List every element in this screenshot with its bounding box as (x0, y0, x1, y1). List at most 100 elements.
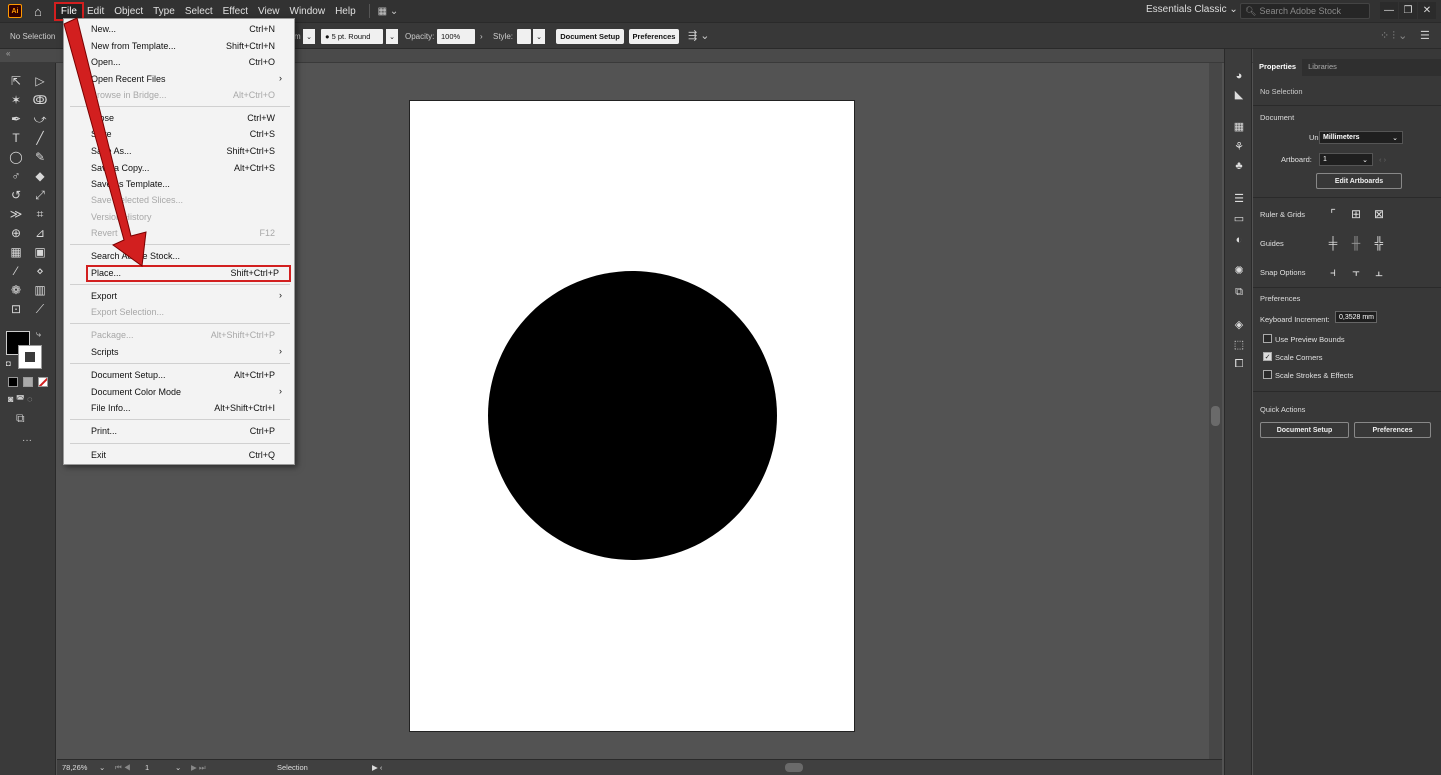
gradient-panel-icon[interactable]: ▭ (1231, 211, 1247, 225)
draw-mode-icon[interactable]: ◙ ◚ ◌ (8, 394, 33, 405)
menu-edit[interactable]: Edit (82, 4, 109, 19)
menu-type[interactable]: Type (148, 4, 180, 19)
panel-menu-icon[interactable]: ☰ (1420, 29, 1430, 42)
artboard-dropdown-icon[interactable]: ⌄ (175, 763, 181, 772)
quick-document-setup-button[interactable]: Document Setup (1260, 422, 1349, 438)
home-icon[interactable]: ⌂ (34, 4, 42, 19)
eyedropper-tool-icon[interactable]: ⁄ (6, 263, 26, 279)
lasso-tool-icon[interactable]: ↂ (30, 92, 50, 108)
opacity-field[interactable]: 100% (437, 29, 475, 44)
menu-item-save[interactable]: Save Ctrl+S (64, 126, 294, 143)
ellipse-tool-icon[interactable]: ◯ (6, 149, 26, 165)
stroke-weight-dropdown[interactable]: ⌄ (303, 29, 315, 44)
grid-icon[interactable]: ⊞ (1348, 207, 1364, 221)
none-mode-icon[interactable] (38, 377, 48, 387)
menu-item-scripts[interactable]: Scripts › (64, 344, 294, 361)
curvature-tool-icon[interactable]: ⤻ (30, 111, 50, 127)
horizontal-scroll-thumb[interactable] (785, 763, 803, 772)
line-tool-icon[interactable]: ╱ (30, 130, 50, 146)
circle-shape[interactable] (488, 271, 777, 560)
color-mode-icon[interactable] (8, 377, 18, 387)
vertical-scroll-thumb[interactable] (1211, 406, 1220, 426)
pen-tool-icon[interactable]: ✒ (6, 111, 26, 127)
width-tool-icon[interactable]: ≫ (6, 206, 26, 222)
artboard-number[interactable]: 1 (145, 763, 149, 772)
workspace-switcher[interactable]: Essentials Classic ⌄ (1146, 4, 1238, 15)
smart-guides-icon[interactable]: ╬ (1371, 236, 1387, 250)
menu-file[interactable]: File (53, 1, 84, 21)
mesh-tool-icon[interactable]: ▦ (6, 244, 26, 260)
artboard-select[interactable]: 1 ⌄ (1319, 153, 1373, 166)
ruler-icon[interactable]: ⌜ (1325, 207, 1341, 221)
search-stock-input[interactable]: 🔍︎ Search Adobe Stock (1240, 3, 1370, 19)
brush-dropdown[interactable]: ⌄ (386, 29, 398, 44)
close-icon[interactable]: ✕ (1418, 2, 1436, 19)
selection-tool-icon[interactable]: ⇱ (6, 73, 26, 89)
menu-item-close[interactable]: Close Ctrl+W (64, 110, 294, 127)
menu-effect[interactable]: Effect (218, 4, 253, 19)
use-preview-bounds-checkbox[interactable] (1263, 334, 1272, 343)
snap-to-point-icon[interactable]: ⫞ (1325, 265, 1341, 279)
lock-guides-icon[interactable]: ╫ (1348, 236, 1364, 250)
color-panel-icon[interactable]: ◕ (1231, 69, 1247, 83)
tab-properties[interactable]: Properties (1253, 59, 1303, 76)
edit-toolbar-icon[interactable]: ··· (22, 435, 32, 446)
menu-item-save-as-template[interactable]: Save as Template... (64, 176, 294, 193)
tab-libraries[interactable]: Libraries (1302, 59, 1343, 76)
menu-item-open-recent-files[interactable]: Open Recent Files › (64, 71, 294, 88)
menu-item-open[interactable]: Open... Ctrl+O (64, 54, 294, 71)
direct-selection-tool-icon[interactable]: ▷ (30, 73, 50, 89)
arrange-documents-icon[interactable]: ▦ ⌄ (378, 6, 399, 17)
blend-tool-icon[interactable]: ⋄ (30, 263, 50, 279)
scale-strokes-checkbox[interactable] (1263, 370, 1272, 379)
type-tool-icon[interactable]: T (6, 130, 26, 146)
artboard-nav-icon[interactable]: ‹ › (1379, 155, 1386, 164)
edit-artboards-button[interactable]: Edit Artboards (1316, 173, 1402, 189)
scale-corners-checkbox[interactable]: ✓ (1263, 352, 1272, 361)
brush-definition[interactable]: ● 5 pt. Round (321, 29, 383, 44)
menu-item-document-color-mode[interactable]: Document Color Mode › (64, 384, 294, 401)
last-artboard-icon[interactable]: ▶ ⏭ (191, 763, 206, 773)
snap-to-grid-icon[interactable]: ⫟ (1348, 265, 1364, 279)
magic-wand-tool-icon[interactable]: ✶ (6, 92, 26, 108)
layers-panel-icon[interactable]: ◈ (1231, 317, 1247, 331)
menu-item-print[interactable]: Print... Ctrl+P (64, 423, 294, 440)
document-setup-button[interactable]: Document Setup (556, 29, 624, 44)
status-arrow-icon[interactable]: ▶ ‹ (372, 763, 382, 772)
menu-item-new-from-template[interactable]: New from Template... Shift+Ctrl+N (64, 38, 294, 55)
menu-item-exit[interactable]: Exit Ctrl+Q (64, 447, 294, 464)
menu-item-place[interactable]: Place... Shift+Ctrl+P (86, 265, 291, 282)
transform-icon[interactable]: ⇶ ⌄ (688, 29, 710, 42)
restore-icon[interactable]: ❐ (1399, 2, 1417, 19)
slice-tool-icon[interactable]: ⟋ (30, 301, 50, 317)
eraser-tool-icon[interactable]: ◆ (30, 168, 50, 184)
transparency-grid-icon[interactable]: ⊠ (1371, 207, 1387, 221)
preferences-button[interactable]: Preferences (629, 29, 679, 44)
rotate-tool-icon[interactable]: ↺ (6, 187, 26, 203)
style-dropdown[interactable]: ⌄ (533, 29, 545, 44)
symbols-panel-icon[interactable]: ♣ (1231, 159, 1247, 173)
units-select[interactable]: Millimeters ⌄ (1319, 131, 1403, 144)
column-graph-tool-icon[interactable]: ▥ (30, 282, 50, 298)
gradient-mode-icon[interactable] (23, 377, 33, 387)
guides-icon[interactable]: ╪ (1325, 236, 1341, 250)
stroke-panel-icon[interactable]: ☰ (1231, 191, 1247, 205)
menu-item-new[interactable]: New... Ctrl+N (64, 21, 294, 38)
snap-to-pixel-icon[interactable]: ⫠ (1371, 265, 1387, 279)
transparency-panel-icon[interactable]: ◐ (1231, 233, 1247, 247)
artboards-panel-icon[interactable]: ⬚ (1231, 337, 1247, 351)
default-colors-icon[interactable]: ◘ (6, 359, 11, 368)
vertical-scrollbar[interactable] (1209, 63, 1222, 759)
menu-item-search-adobe-stock[interactable]: Search Adobe Stock... (64, 248, 294, 265)
menu-help[interactable]: Help (330, 4, 361, 19)
paintbrush-tool-icon[interactable]: ✎ (30, 149, 50, 165)
zoom-level[interactable]: 78,26% (62, 763, 87, 772)
graphic-styles-panel-icon[interactable]: ⧉ (1231, 285, 1247, 299)
shaper-tool-icon[interactable]: ♂ (6, 168, 26, 184)
first-artboard-icon[interactable]: ⏮ ◀ (115, 763, 131, 773)
asset-export-panel-icon[interactable]: ⧠ (1231, 357, 1247, 371)
swap-colors-icon[interactable]: ⤷ (36, 329, 41, 340)
zoom-dropdown-icon[interactable]: ⌄ (99, 763, 105, 772)
screen-mode-icon[interactable]: ⧉ (16, 411, 25, 426)
menu-item-save-a-copy[interactable]: Save a Copy... Alt+Ctrl+S (64, 160, 294, 177)
